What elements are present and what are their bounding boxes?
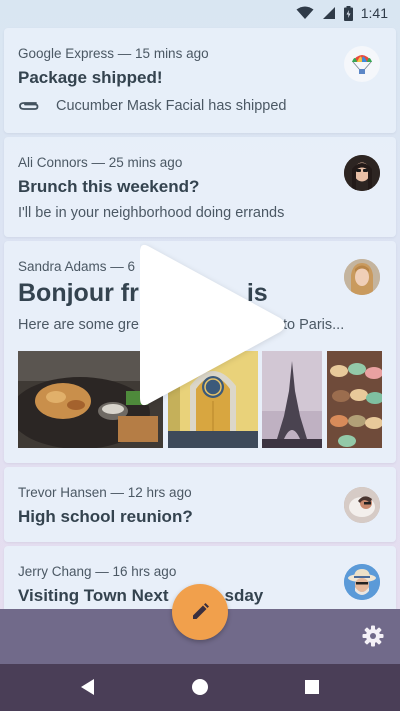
settings-icon [362,625,384,647]
sandra-avatar [344,259,380,295]
email-item[interactable]: Google Express — 15 mins ago Package shi… [4,28,396,133]
wifi-icon [296,6,314,19]
email-sender-time: Google Express — 15 mins ago [18,46,209,61]
battery-icon [343,5,353,21]
paperclip-icon [19,102,39,110]
email-item[interactable]: Ali Connors — 25 mins ago Brunch this we… [4,137,396,237]
play-icon[interactable] [140,240,290,410]
ali-avatar [344,155,380,191]
compose-button[interactable] [172,584,228,640]
email-subject: Package shipped! [18,68,163,87]
jerry-avatar [344,564,380,600]
email-item[interactable]: Trevor Hansen — 12 hrs ago High school r… [4,467,396,542]
back-icon[interactable] [78,677,98,697]
parachute-avatar [344,46,380,82]
system-nav-bar [0,664,400,711]
email-subject: High school reunion? [18,507,193,526]
status-bar: 1:41 [0,0,400,26]
recents-icon[interactable] [302,677,322,697]
compose-icon [193,603,209,619]
macarons-photo[interactable] [327,351,382,448]
home-icon[interactable] [190,677,210,697]
email-sender-time: Sandra Adams — 6 [18,259,136,274]
email-sender-time: Jerry Chang — 16 hrs ago [18,564,177,579]
settings-button[interactable] [362,625,384,652]
status-time: 1:41 [360,5,388,21]
trevor-avatar [344,487,380,523]
email-preview: I'll be in your neighborhood doing erran… [18,205,285,221]
email-sender-time: Trevor Hansen — 12 hrs ago [18,485,192,500]
email-subject: Brunch this weekend? [18,177,200,196]
email-sender-time: Ali Connors — 25 mins ago [18,155,183,170]
email-preview: Cucumber Mask Facial has shipped [56,98,287,114]
signal-icon [322,7,335,19]
